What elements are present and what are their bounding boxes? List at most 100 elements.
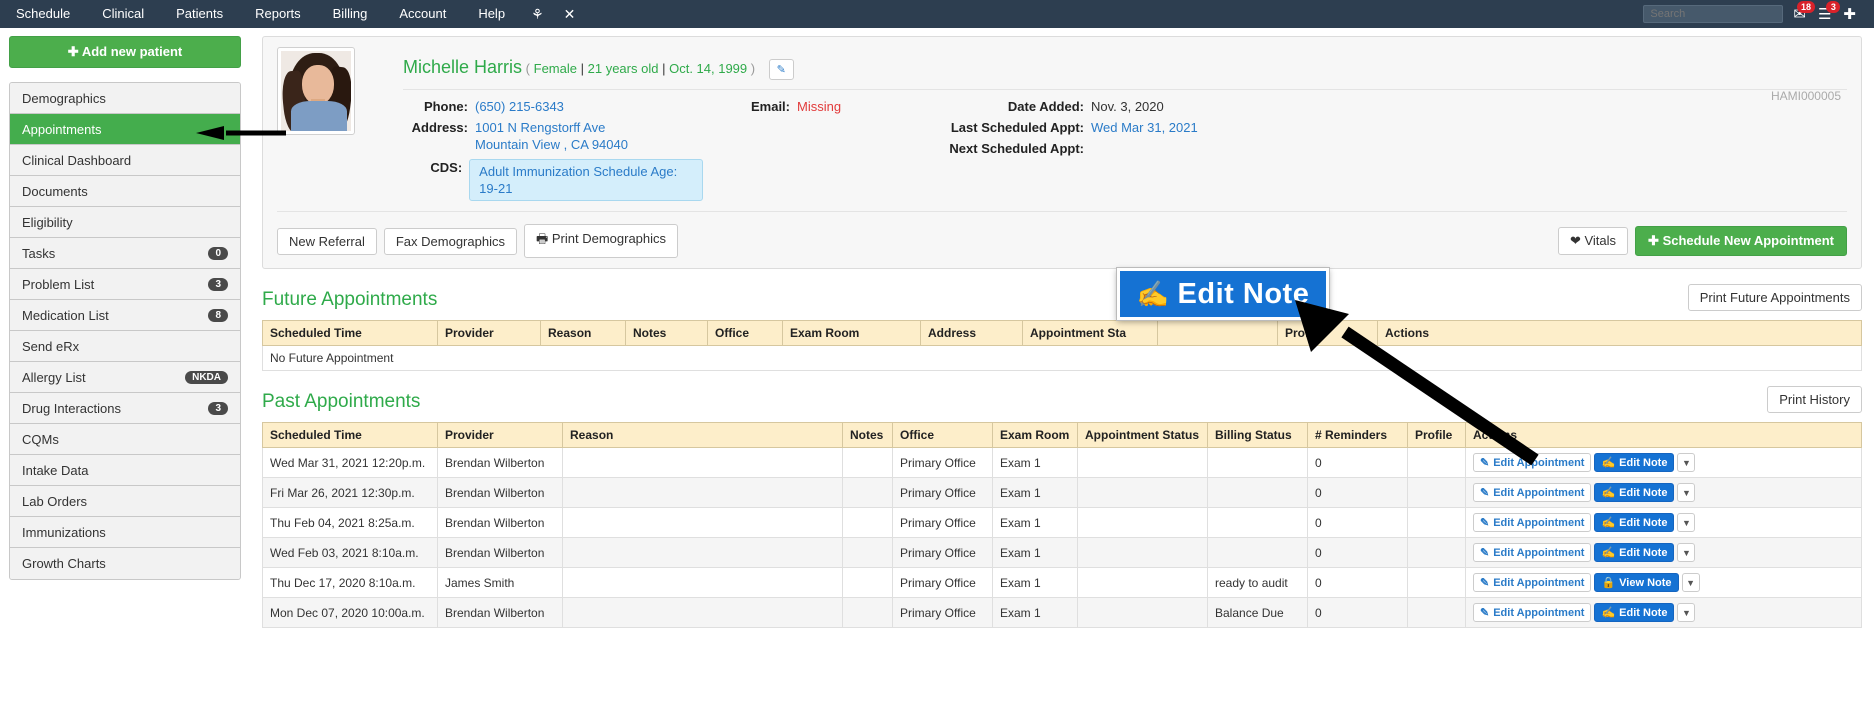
edit-note-icon: ✍: [1601, 547, 1616, 560]
cell-actions: ✎ Edit Appointment ✍ Edit Note ▼: [1465, 507, 1862, 539]
nav-item-clinical[interactable]: Clinical: [86, 0, 160, 28]
col-address[interactable]: Address: [920, 320, 1023, 347]
table-row[interactable]: Fri Mar 26, 2021 12:30p.m. Brendan Wilbe…: [262, 477, 1862, 509]
sidebar-badge-allergy-list: NKDA: [185, 370, 228, 384]
sidebar-item-intake-data[interactable]: Intake Data: [10, 455, 240, 486]
nav-item-schedule[interactable]: Schedule: [0, 0, 86, 28]
schedule-new-appointment-button[interactable]: ✚ Schedule New Appointment: [1635, 226, 1847, 257]
sidebar-item-send-erx[interactable]: Send eRx: [10, 331, 240, 362]
view-note-button[interactable]: 🔒 View Note: [1594, 573, 1679, 593]
table-row[interactable]: Wed Feb 03, 2021 8:10a.m. Brendan Wilber…: [262, 537, 1862, 569]
new-referral-button[interactable]: New Referral: [277, 227, 377, 255]
nav-item-account[interactable]: Account: [383, 0, 462, 28]
phone-label: Phone:: [423, 99, 468, 115]
fax-demographics-button[interactable]: Fax Demographics: [383, 227, 517, 255]
cell-actions: ✎ Edit Appointment ✍ Edit Note ▼: [1465, 477, 1862, 509]
email-label: Email:: [750, 99, 790, 115]
nav-item-patients[interactable]: Patients: [160, 0, 239, 28]
last-appt-value[interactable]: Wed Mar 31, 2021: [1091, 119, 1198, 136]
edit-appointment-button[interactable]: ✎ Edit Appointment: [1473, 603, 1592, 623]
close-icon[interactable]: ✕: [554, 0, 586, 28]
paren-close: ): [750, 61, 756, 76]
cds-chip[interactable]: Adult Immunization Schedule Age: 19-21: [469, 159, 703, 202]
messages-button[interactable]: ✉ 18: [1793, 0, 1815, 22]
edit-note-button[interactable]: ✍ Edit Note: [1594, 603, 1675, 623]
edit-note-icon: ✍: [1601, 487, 1616, 500]
table-row[interactable]: Thu Feb 04, 2021 8:25a.m. Brendan Wilber…: [262, 507, 1862, 539]
cell-office[interactable]: Primary Office: [892, 477, 993, 509]
sidebar-item-documents[interactable]: Documents: [10, 176, 240, 207]
chevron-down-icon[interactable]: ▼: [1677, 603, 1696, 623]
table-row[interactable]: Wed Mar 31, 2021 12:20p.m. Brendan Wilbe…: [262, 447, 1862, 479]
chevron-down-icon[interactable]: ▼: [1681, 573, 1700, 593]
add-new-patient-button[interactable]: ✚ Add new patient: [9, 36, 241, 68]
nav-item-help[interactable]: Help: [462, 0, 521, 28]
chevron-down-icon[interactable]: ▼: [1677, 513, 1696, 533]
edit-note-button[interactable]: ✍ Edit Note: [1594, 453, 1675, 473]
edit-appointment-button[interactable]: ✎ Edit Appointment: [1473, 483, 1592, 503]
sidebar-item-medication-list[interactable]: Medication List 8: [10, 300, 240, 331]
cell-billing-status: [1207, 537, 1308, 569]
nav-item-reports[interactable]: Reports: [239, 0, 317, 28]
edit-appointment-button[interactable]: ✎ Edit Appointment: [1473, 543, 1592, 563]
table-row[interactable]: Mon Dec 07, 2020 10:00a.m. Brendan Wilbe…: [262, 597, 1862, 629]
address-line-1[interactable]: 1001 N Rengstorff Ave: [475, 119, 628, 136]
col-reason[interactable]: Reason: [562, 422, 843, 449]
sidebar-item-allergy-list[interactable]: Allergy List NKDA: [10, 362, 240, 393]
sidebar-item-problem-list[interactable]: Problem List 3: [10, 269, 240, 300]
col-scheduled-time[interactable]: Scheduled Time: [262, 422, 438, 449]
edit-appointment-button[interactable]: ✎ Edit Appointment: [1473, 573, 1592, 593]
sidebar-item-label: Documents: [22, 183, 88, 199]
sidebar-item-lab-orders[interactable]: Lab Orders: [10, 486, 240, 517]
table-row[interactable]: Thu Dec 17, 2020 8:10a.m. James Smith Pr…: [262, 567, 1862, 599]
future-appointments-header: Future Appointments Print Future Appoint…: [262, 269, 1862, 320]
tasks-menu-button[interactable]: ☰ 3: [1818, 0, 1841, 22]
cell-office[interactable]: Primary Office: [892, 597, 993, 629]
col-office[interactable]: Office: [707, 320, 783, 347]
col-reason[interactable]: Reason: [540, 320, 626, 347]
patient-name-row: Michelle Harris ( Female | 21 years old …: [403, 57, 1847, 81]
col-notes[interactable]: Notes: [842, 422, 893, 449]
col-exam-room[interactable]: Exam Room: [992, 422, 1078, 449]
col-notes[interactable]: Notes: [625, 320, 708, 347]
col-appointment-status[interactable]: Appointment Status: [1077, 422, 1208, 449]
cell-office[interactable]: Primary Office: [892, 507, 993, 539]
chevron-down-icon[interactable]: ▼: [1677, 543, 1696, 563]
phone-value[interactable]: (650) 215-6343: [475, 98, 564, 115]
sidebar-item-demographics[interactable]: Demographics: [10, 83, 240, 114]
sidebar-item-cqms[interactable]: CQMs: [10, 424, 240, 455]
sidebar-item-clinical-dashboard[interactable]: Clinical Dashboard: [10, 145, 240, 176]
print-demographics-button[interactable]: 🖶 Print Demographics: [523, 224, 679, 259]
col-scheduled-time[interactable]: Scheduled Time: [262, 320, 438, 347]
col-provider[interactable]: Provider: [437, 422, 563, 449]
nav-item-billing[interactable]: Billing: [317, 0, 384, 28]
sidebar-item-eligibility[interactable]: Eligibility: [10, 207, 240, 238]
caduceus-icon[interactable]: ⚘: [521, 0, 554, 28]
cell-office[interactable]: Primary Office: [892, 537, 993, 569]
chevron-down-icon[interactable]: ▼: [1677, 453, 1696, 473]
search-input[interactable]: [1643, 5, 1784, 23]
address-line-2[interactable]: Mountain View , CA 94040: [475, 136, 628, 153]
add-button[interactable]: ✚: [1843, 7, 1856, 22]
cell-provider: Brendan Wilberton: [437, 447, 563, 479]
edit-note-button[interactable]: ✍ Edit Note: [1594, 543, 1675, 563]
sidebar-item-tasks[interactable]: Tasks 0: [10, 238, 240, 269]
col-exam-room[interactable]: Exam Room: [782, 320, 921, 347]
sidebar-item-immunizations[interactable]: Immunizations: [10, 517, 240, 548]
col-provider[interactable]: Provider: [437, 320, 541, 347]
col-office[interactable]: Office: [892, 422, 993, 449]
edit-appointment-button[interactable]: ✎ Edit Appointment: [1473, 513, 1592, 533]
col-appointment-status[interactable]: Appointment Sta: [1022, 320, 1158, 347]
pencil-icon[interactable]: ✎: [768, 59, 794, 81]
cell-office[interactable]: Primary Office: [892, 567, 993, 599]
sidebar-item-growth-charts[interactable]: Growth Charts: [10, 548, 240, 579]
col-extra[interactable]: [1157, 320, 1278, 347]
edit-note-button[interactable]: ✍ Edit Note: [1594, 483, 1675, 503]
sidebar-item-drug-interactions[interactable]: Drug Interactions 3: [10, 393, 240, 424]
edit-note-button[interactable]: ✍ Edit Note: [1594, 513, 1675, 533]
print-history-button[interactable]: Print History: [1767, 386, 1862, 414]
cell-office[interactable]: Primary Office: [892, 447, 993, 479]
chevron-down-icon[interactable]: ▼: [1677, 483, 1696, 503]
vitals-button[interactable]: ❤ Vitals: [1557, 227, 1629, 256]
print-future-appointments-button[interactable]: Print Future Appointments: [1687, 284, 1862, 312]
